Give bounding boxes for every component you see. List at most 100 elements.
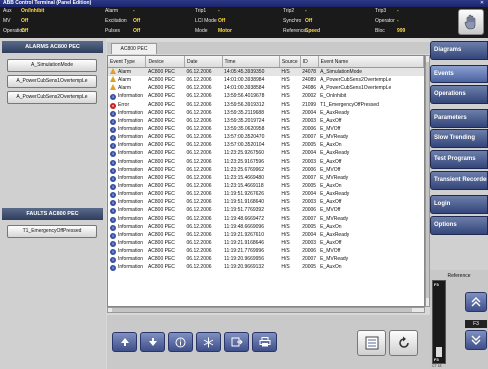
cell-text: 11:23:15.4669118 bbox=[224, 183, 264, 190]
table-row[interactable]: i Information AC800 PEC 06.12.2006 11:19:48.… bbox=[108, 215, 424, 223]
status-value: - bbox=[133, 8, 135, 14]
window-title: ABB Control Terminal (Panel Edition) bbox=[3, 0, 92, 6]
table-row[interactable]: i Information AC800 PEC 06.12.2006 11:19:20.… bbox=[108, 263, 424, 272]
table-row[interactable]: Alarm AC800 PEC 06.12.2006 14:05:45.3939350… bbox=[108, 67, 424, 77]
column-header[interactable]: ID bbox=[300, 56, 319, 68]
nav-parameters[interactable]: Parameters bbox=[430, 109, 488, 128]
scroll-thumb[interactable] bbox=[426, 62, 429, 298]
cell-text: E_MVOff bbox=[320, 248, 341, 255]
table-row[interactable]: Alarm AC800 PEC 06.12.2006 14:01:00.3938984… bbox=[108, 76, 424, 84]
gauge-fill bbox=[436, 346, 442, 357]
table-row[interactable]: i Information AC800 PEC 06.12.2006 13:59:35.… bbox=[108, 109, 424, 117]
tab-ac800-pec[interactable]: AC800 PEC bbox=[111, 43, 157, 54]
print-button[interactable] bbox=[252, 332, 277, 352]
reference-down-button[interactable] bbox=[465, 330, 487, 350]
table-row[interactable]: i Information AC800 PEC 06.12.2006 11:19:51.… bbox=[108, 190, 424, 199]
table-cell: A_PowerCubSens1OvertempLe bbox=[318, 84, 423, 92]
table-row[interactable]: i Information AC800 PEC 06.12.2006 13:59:35.… bbox=[108, 125, 424, 134]
table-cell: E_AuxOn bbox=[318, 223, 423, 231]
status-label: Bloc bbox=[375, 28, 385, 34]
nav-diagrams[interactable]: Diagrams bbox=[430, 41, 488, 60]
reference-gauge: F3 F3 bbox=[432, 280, 446, 364]
nav-options[interactable]: Options bbox=[430, 216, 488, 235]
cell-text: H/S bbox=[281, 264, 290, 271]
table-row[interactable]: Alarm AC800 PEC 06.12.2006 14:01:00.3938584… bbox=[108, 84, 424, 92]
table-row[interactable]: i Information AC800 PEC 06.12.2006 13:57:00.… bbox=[108, 133, 424, 142]
table-row[interactable]: i Information AC800 PEC 06.12.2006 13:59:56.… bbox=[108, 92, 424, 101]
nav-operations[interactable]: Operations bbox=[430, 85, 488, 104]
nav-slow-trending[interactable]: Slow Trending bbox=[430, 129, 488, 148]
table-cell: E_AuxOff bbox=[318, 117, 423, 125]
table-cell: E_OnInhibit bbox=[318, 92, 423, 100]
refresh-button[interactable] bbox=[389, 330, 418, 356]
close-icon[interactable]: ✕ bbox=[478, 0, 486, 7]
cell-text: E_OnInhibit bbox=[320, 93, 347, 100]
column-header[interactable]: Device bbox=[145, 56, 186, 68]
table-cell: 06.12.2006 bbox=[185, 158, 223, 166]
fault-item[interactable]: T1_EmergencyOffPressed bbox=[7, 225, 97, 238]
table-row[interactable]: i Information AC800 PEC 06.12.2006 11:19:20.… bbox=[108, 255, 424, 264]
event-list-icon bbox=[365, 336, 378, 350]
table-cell: E_MVOff bbox=[318, 166, 423, 174]
table-row[interactable]: i Information AC800 PEC 06.12.2006 11:23:25.… bbox=[108, 158, 424, 166]
table-cell: 14:01:00.3938584 bbox=[222, 84, 279, 92]
table-row[interactable]: i Information AC800 PEC 06.12.2006 11:19:21.… bbox=[108, 239, 424, 248]
info-button[interactable] bbox=[168, 332, 193, 352]
horizontal-scrollbar[interactable] bbox=[107, 307, 425, 313]
table-cell: 20005 bbox=[300, 141, 318, 149]
column-header[interactable]: Event Name bbox=[318, 56, 424, 68]
freeze-button[interactable] bbox=[196, 332, 221, 352]
table-cell: 20003 bbox=[300, 117, 318, 125]
column-header[interactable]: Source bbox=[279, 56, 301, 68]
table-row[interactable]: i Information AC800 PEC 06.12.2006 11:19:51.… bbox=[108, 198, 424, 207]
nav-login[interactable]: Login bbox=[430, 195, 488, 214]
table-cell: 11:19:21.9168646 bbox=[222, 239, 279, 247]
cell-text: H/S bbox=[281, 248, 290, 255]
table-row[interactable]: i Information AC800 PEC 06.12.2006 11:19:21.… bbox=[108, 247, 424, 256]
table-row[interactable]: i Information AC800 PEC 06.12.2006 13:57:00.… bbox=[108, 141, 424, 150]
cell-text: Error bbox=[118, 101, 130, 108]
cell-text: E_MVReady bbox=[320, 215, 349, 222]
table-row[interactable]: i Information AC800 PEC 06.12.2006 11:19:51.… bbox=[108, 206, 424, 215]
table-row[interactable]: i Information AC800 PEC 06.12.2006 11:23:25.… bbox=[108, 166, 424, 174]
table-row[interactable]: i Information AC800 PEC 06.12.2006 13:59:35.… bbox=[108, 117, 424, 125]
nav-test-programs[interactable]: Test Programs bbox=[430, 150, 488, 169]
export-icon bbox=[231, 337, 243, 347]
table-cell: i Information bbox=[108, 239, 146, 248]
cell-text: AC800 PEC bbox=[147, 264, 175, 271]
table-cell: 06.12.2006 bbox=[185, 198, 223, 206]
table-row[interactable]: i Information AC800 PEC 06.12.2006 11:19:48.… bbox=[108, 223, 424, 231]
cell-text: 11:23:25.9167596 bbox=[224, 158, 264, 165]
alarm-item[interactable]: A_PowerCubSens2OvertempLe bbox=[7, 91, 97, 104]
table-cell: 06.12.2006 bbox=[185, 255, 223, 263]
table-row[interactable]: i Information AC800 PEC 06.12.2006 11:19:21.… bbox=[108, 231, 424, 239]
alarm-item[interactable]: A_SimulationMode bbox=[7, 59, 97, 72]
table-cell: 06.12.2006 bbox=[185, 215, 223, 223]
reference-up-button[interactable] bbox=[465, 292, 487, 312]
column-header[interactable]: Date bbox=[184, 56, 223, 68]
table-row[interactable]: i Information AC800 PEC 06.12.2006 11:23:25.… bbox=[108, 149, 424, 158]
table-row[interactable]: i Information AC800 PEC 06.12.2006 11:23:15.… bbox=[108, 174, 424, 182]
scroll-down-button[interactable] bbox=[140, 332, 165, 352]
scroll-up-button[interactable] bbox=[112, 332, 137, 352]
info-icon: i bbox=[110, 151, 116, 158]
table-row[interactable]: × Error AC800 PEC 06.12.2006 13:59:56.391931… bbox=[108, 101, 424, 109]
status-value: Off bbox=[21, 28, 29, 34]
column-header[interactable]: Time bbox=[222, 56, 280, 68]
table-cell: AC800 PEC bbox=[146, 231, 185, 239]
table-cell: E_MVOff bbox=[318, 125, 423, 133]
scroll-thumb[interactable] bbox=[112, 308, 412, 312]
hand-button[interactable] bbox=[458, 9, 484, 35]
nav-transient-recorder[interactable]: Transient Recorder bbox=[430, 171, 488, 190]
table-cell: i Information bbox=[108, 223, 146, 231]
column-header[interactable]: Event Type bbox=[108, 56, 147, 68]
table-cell: 06.12.2006 bbox=[185, 263, 223, 271]
cell-text: Information bbox=[118, 166, 144, 173]
event-list-button[interactable] bbox=[357, 330, 386, 356]
alarm-item[interactable]: A_PowerCubSens1OvertempLe bbox=[7, 75, 97, 88]
export-button[interactable] bbox=[224, 332, 249, 352]
table-row[interactable]: i Information AC800 PEC 06.12.2006 11:23:15.… bbox=[108, 182, 424, 191]
table-cell: H/S bbox=[279, 141, 300, 149]
table-cell: 11:23:15.4669118 bbox=[222, 182, 279, 190]
nav-events[interactable]: Events bbox=[430, 65, 488, 83]
